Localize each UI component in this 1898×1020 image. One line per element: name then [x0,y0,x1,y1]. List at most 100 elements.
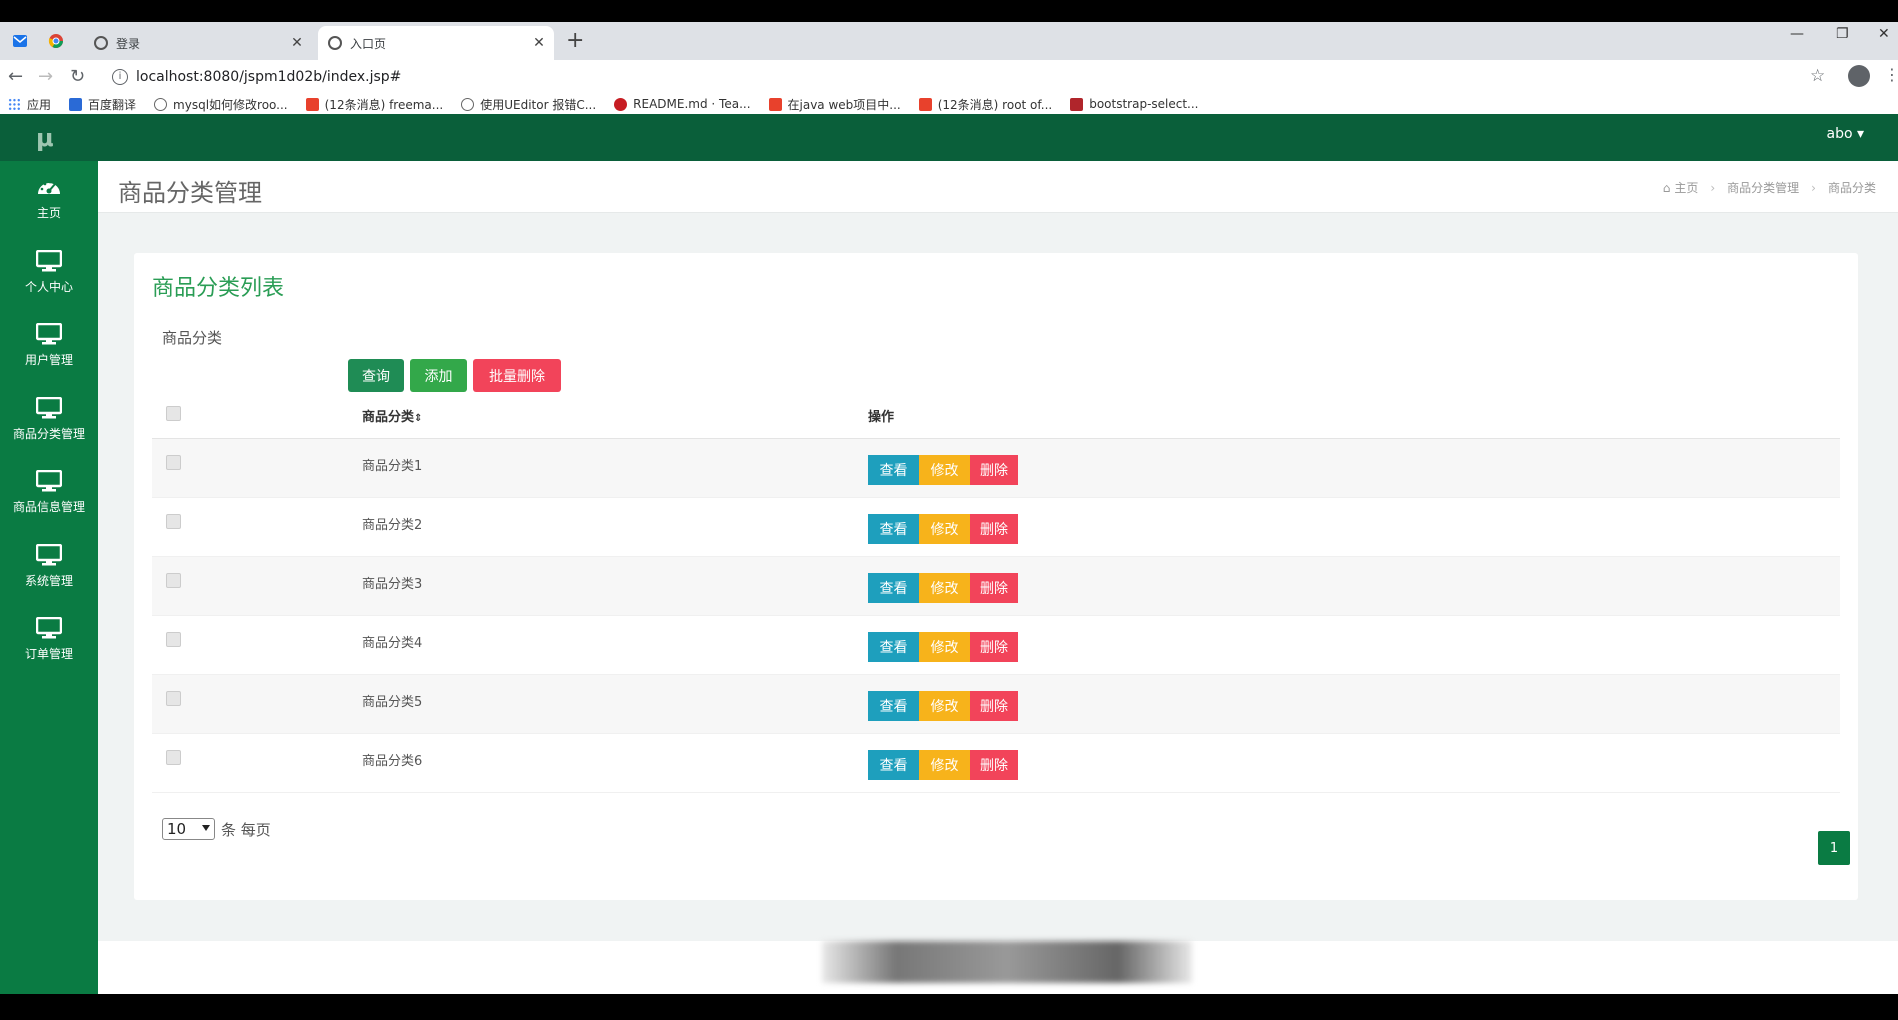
panel-title: 商品分类列表 [152,276,285,301]
bookmark-baidu-translate[interactable]: 百度翻译 [69,96,136,113]
forward-arrow-icon[interactable]: → [38,66,53,88]
row-actions: 查看 修改 删除 [868,691,1018,721]
view-button[interactable]: 查看 [868,514,919,544]
close-icon[interactable]: ✕ [288,35,306,51]
view-button[interactable]: 查看 [868,632,919,662]
edit-button[interactable]: 修改 [919,632,970,662]
user-dropdown[interactable]: abo ▾ [1826,126,1864,142]
batch-delete-button[interactable]: 批量删除 [473,359,561,392]
bookmark-freemarker[interactable]: (12条消息) freema... [305,96,443,113]
tab-entry[interactable]: 入口页 ✕ [318,26,554,60]
table-row: 商品分类1 查看 修改 删除 [152,439,1840,498]
breadcrumb-category-mgmt[interactable]: 商品分类管理 [1727,179,1799,196]
row-checkbox[interactable] [166,573,181,588]
row-checkbox[interactable] [166,691,181,706]
site-info-icon[interactable]: i [112,69,128,85]
row-checkbox[interactable] [166,632,181,647]
delete-button[interactable]: 删除 [970,514,1018,544]
table-row: 商品分类6 查看 修改 删除 [152,734,1840,793]
category-table: 商品分类⇕ 操作 商品分类1 查看 修改 删除 商品分类2 查看 修改 删除 商… [152,390,1840,793]
bookmark-ueditor[interactable]: 使用UEditor 报错C... [461,96,596,113]
view-button[interactable]: 查看 [868,750,919,780]
reload-icon[interactable]: ↻ [70,66,85,88]
bookmark-bootstrap-select[interactable]: bootstrap-select... [1070,97,1199,111]
sidebar-item-users[interactable]: 用户管理 [0,308,98,382]
row-actions: 查看 修改 删除 [868,455,1018,485]
close-icon[interactable]: ✕ [530,35,548,51]
row-actions: 查看 修改 删除 [868,514,1018,544]
bookmark-star-icon[interactable]: ☆ [1810,66,1825,86]
back-arrow-icon[interactable]: ← [8,66,23,88]
view-button[interactable]: 查看 [868,691,919,721]
category-name: 商品分类5 [362,695,423,710]
edit-button[interactable]: 修改 [919,750,970,780]
bookmark-root-of[interactable]: (12条消息) root of... [918,96,1052,113]
query-button[interactable]: 查询 [348,359,404,392]
page-header: 商品分类管理 ⌂ 主页 › 商品分类管理 › 商品分类 [98,161,1898,213]
sidebar-item-products[interactable]: 商品信息管理 [0,455,98,529]
tab-login[interactable]: 登录 ✕ [84,26,312,60]
profile-avatar-icon[interactable] [1848,65,1870,87]
url-text: localhost:8080/jspm1d02b/index.jsp# [136,69,402,85]
edit-button[interactable]: 修改 [919,573,970,603]
monitor-icon [36,615,62,641]
chrome-icon[interactable] [46,31,66,51]
browser-menu-icon[interactable]: ⋮ [1884,65,1898,84]
page-size-suffix: 条 每页 [221,820,271,839]
add-button[interactable]: 添加 [410,359,467,392]
category-list-panel: 商品分类列表 商品分类 查询 添加 批量删除 商品分类⇕ 操作 商品分类1 查看… [134,253,1858,900]
dashboard-icon [36,174,62,200]
sidebar-item-system[interactable]: 系统管理 [0,529,98,603]
edit-button[interactable]: 修改 [919,455,970,485]
table-row: 商品分类4 查看 修改 删除 [152,616,1840,675]
page-number-button[interactable]: 1 [1818,831,1850,865]
baidu-translate-icon [69,97,83,111]
breadcrumb-home[interactable]: 主页 [1674,179,1698,196]
sidebar-item-orders[interactable]: 订单管理 [0,602,98,676]
sidebar-item-profile[interactable]: 个人中心 [0,235,98,309]
mail-app-icon[interactable] [10,31,30,51]
bookmark-java-web[interactable]: 在java web项目中... [768,96,901,113]
row-actions: 查看 修改 删除 [868,573,1018,603]
sort-icon: ⇕ [414,413,423,424]
monitor-icon [36,468,62,494]
screen: { "browser": { "tabs": [ {"title": "登录"}… [0,0,1898,1020]
category-name: 商品分类4 [362,636,423,651]
view-button[interactable]: 查看 [868,455,919,485]
breadcrumb-separator: › [1811,180,1816,195]
sidebar-item-category[interactable]: 商品分类管理 [0,382,98,456]
sidebar-item-home[interactable]: 主页 [0,161,98,235]
delete-button[interactable]: 删除 [970,573,1018,603]
bookmark-mysql[interactable]: mysql如何修改roo... [154,96,288,113]
edit-button[interactable]: 修改 [919,691,970,721]
column-header-category[interactable]: 商品分类⇕ [362,406,422,425]
restore-button[interactable]: ❐ [1836,26,1849,42]
delete-button[interactable]: 删除 [970,455,1018,485]
delete-button[interactable]: 删除 [970,691,1018,721]
delete-button[interactable]: 删除 [970,750,1018,780]
delete-button[interactable]: 删除 [970,632,1018,662]
view-button[interactable]: 查看 [868,573,919,603]
globe-icon [328,36,342,50]
select-all-checkbox[interactable] [166,406,181,421]
new-tab-button[interactable]: + [566,30,584,52]
csdn-icon [918,97,932,111]
app-logo[interactable]: μ [36,124,54,152]
row-checkbox[interactable] [166,750,181,765]
url-field[interactable]: i localhost:8080/jspm1d02b/index.jsp# [104,63,1804,91]
link-icon [461,97,475,111]
category-name: 商品分类1 [362,459,423,474]
table-row: 商品分类3 查看 修改 删除 [152,557,1840,616]
bookmark-readme[interactable]: README.md · Tea... [614,97,751,111]
blurred-watermark [822,941,1192,983]
page-size-select[interactable]: 10 [162,818,215,840]
window-close-button[interactable]: ✕ [1878,26,1890,42]
edit-button[interactable]: 修改 [919,514,970,544]
minimize-button[interactable]: — [1790,26,1804,42]
bookmark-apps[interactable]: 应用 [8,96,51,113]
breadcrumb-current: 商品分类 [1827,181,1876,195]
row-checkbox[interactable] [166,455,181,470]
footer-area [98,941,1898,994]
address-bar: ← → ↻ i localhost:8080/jspm1d02b/index.j… [0,60,1898,94]
row-checkbox[interactable] [166,514,181,529]
